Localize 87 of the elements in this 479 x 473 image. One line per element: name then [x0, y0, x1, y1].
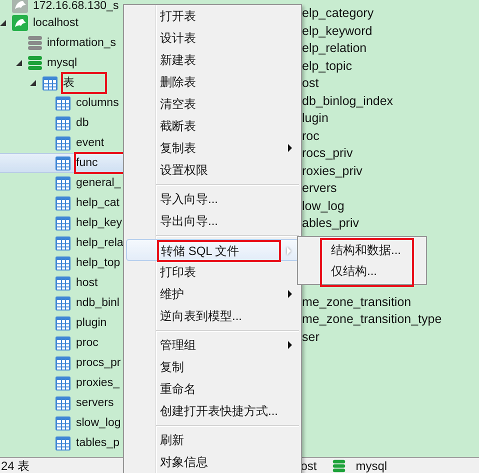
table-icon	[55, 336, 71, 350]
menu-item[interactable]: 对象信息	[158, 451, 210, 473]
table-icon	[55, 96, 71, 110]
table-icon	[55, 316, 71, 330]
table-name[interactable]: proc	[76, 334, 98, 352]
connection-name[interactable]: 172.16.68.130_s	[33, 0, 119, 13]
menu-item[interactable]: 逆向表到模型...	[158, 305, 244, 327]
table-icon	[55, 136, 71, 150]
table-name[interactable]: ost	[302, 75, 319, 92]
table-icon	[55, 296, 71, 310]
menu-item[interactable]: 新建表	[158, 49, 198, 71]
table-name[interactable]: elp_relation	[302, 40, 367, 58]
menu-item[interactable]: 复制表	[158, 137, 198, 159]
menu-item[interactable]: 管理组	[158, 334, 198, 356]
table-name[interactable]: roc	[302, 128, 320, 145]
table-name[interactable]: proxies_	[76, 374, 120, 392]
connection-name: ost	[300, 458, 317, 473]
table-name[interactable]: roxies_priv	[302, 162, 362, 180]
menu-item[interactable]: 结构和数据...	[306, 240, 426, 261]
menu-item[interactable]: 打印表	[158, 261, 198, 283]
selected-tree-row[interactable]: func	[0, 153, 123, 173]
table-name[interactable]: db	[76, 114, 89, 132]
menu-item[interactable]: 转储 SQL 文件	[159, 242, 280, 260]
table-name[interactable]: columns	[76, 94, 119, 112]
menu-item[interactable]: 截断表	[158, 115, 198, 137]
menu-item[interactable]: 删除表	[158, 71, 198, 93]
table-icon	[55, 356, 71, 370]
table-name[interactable]: low_log	[302, 198, 344, 215]
table-name[interactable]: event	[76, 134, 104, 152]
table-icon	[55, 196, 71, 210]
table-name[interactable]: ervers	[302, 180, 337, 198]
table-icon	[55, 256, 71, 270]
table-name[interactable]: help_key	[76, 214, 122, 232]
menu-item[interactable]: 仅结构...	[306, 261, 426, 282]
menu-item[interactable]: 重命名	[158, 378, 198, 400]
expanded-arrow-icon[interactable]	[16, 60, 22, 66]
table-name[interactable]: help_cat	[76, 194, 120, 212]
table-name[interactable]: me_zone_transition	[302, 294, 412, 311]
table-name[interactable]: db_binlog_index	[302, 92, 394, 110]
table-name[interactable]: help_rela	[76, 234, 124, 252]
database-name: mysql	[356, 458, 388, 473]
table-icon	[55, 436, 71, 450]
menu-item[interactable]: 导入向导...	[158, 188, 220, 210]
table-icon	[55, 236, 71, 250]
table-name[interactable]: rocs_priv	[302, 145, 353, 162]
table-name[interactable]: host	[76, 274, 98, 292]
table-name[interactable]: ables_priv	[302, 215, 359, 232]
table-icon	[55, 176, 71, 190]
table-icon	[42, 76, 58, 90]
table-icon	[55, 276, 71, 290]
table-name[interactable]: elp_category	[302, 5, 374, 22]
table-icon	[55, 396, 71, 410]
menu-item[interactable]: 导出向导...	[158, 210, 220, 232]
tables-folder-label[interactable]: 表	[63, 74, 105, 92]
menu-item[interactable]: 复制	[158, 356, 186, 378]
menu-item[interactable]: 清空表	[158, 93, 198, 115]
table-icon	[55, 156, 71, 170]
table-name[interactable]: help_top	[76, 254, 120, 272]
menu-item[interactable]: 创建打开表快捷方式...	[158, 400, 280, 422]
table-name[interactable]: ndb_binl	[76, 294, 120, 312]
expanded-arrow-icon[interactable]	[0, 20, 6, 26]
table-name[interactable]: plugin	[76, 314, 107, 332]
table-name[interactable]: tables_p	[76, 434, 120, 452]
menu-item[interactable]: 维护	[158, 283, 186, 305]
table-name[interactable]: slow_log	[76, 414, 121, 432]
table-name[interactable]: lugin	[302, 110, 328, 128]
menu-item[interactable]: 打开表	[158, 5, 198, 27]
database-name[interactable]: mysql	[47, 54, 78, 72]
database-icon	[332, 458, 346, 472]
object-count: 24 表	[1, 458, 30, 473]
menu-item[interactable]: 设置权限	[158, 159, 210, 181]
table-icon	[55, 216, 71, 230]
database-name[interactable]: information_s	[47, 34, 116, 52]
expanded-arrow-icon[interactable]	[30, 80, 36, 86]
connection-name[interactable]: localhost	[33, 14, 78, 32]
table-icon	[55, 116, 71, 130]
table-icon	[55, 376, 71, 390]
table-name[interactable]: me_zone_transition_type	[302, 311, 442, 328]
table-icon	[55, 416, 71, 430]
table-name[interactable]: elp_topic	[302, 58, 352, 75]
menu-item[interactable]: 设计表	[158, 27, 198, 49]
table-name[interactable]: ser	[302, 328, 320, 346]
table-name[interactable]: servers	[76, 394, 114, 412]
menu-item[interactable]: 刷新	[158, 429, 186, 451]
table-name[interactable]: procs_pr	[76, 354, 121, 372]
table-name[interactable]: general_	[76, 174, 121, 192]
table-name[interactable]: elp_keyword	[302, 22, 372, 40]
